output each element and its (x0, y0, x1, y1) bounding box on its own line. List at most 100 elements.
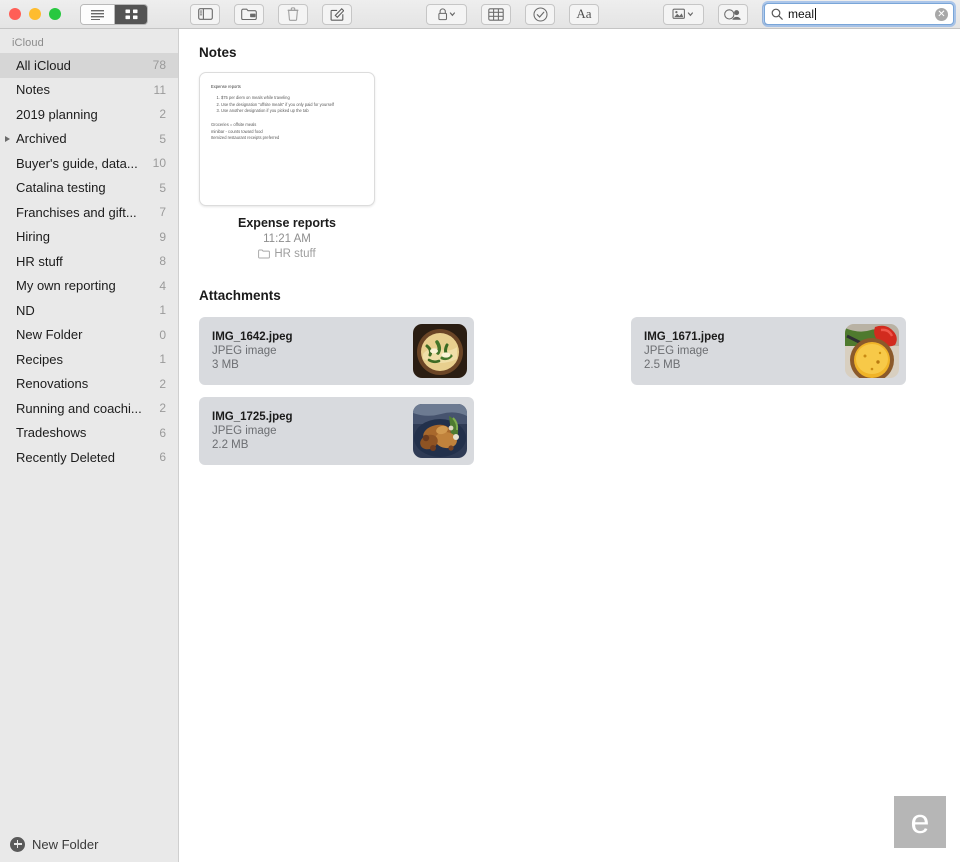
sidebar-item-label: Recently Deleted (16, 449, 115, 465)
compose-note-button[interactable] (322, 3, 352, 25)
sidebar-item-label: New Folder (16, 327, 83, 343)
sidebar-toggle-button[interactable] (190, 3, 220, 25)
compose-icon (330, 8, 344, 21)
sidebar-item-recently-deleted[interactable]: Recently Deleted 6 (0, 445, 178, 470)
sidebar-item-count: 6 (159, 425, 166, 440)
note-preview-line: Itemized restaurant receipts preferred (211, 135, 280, 141)
note-metadata: Expense reports 11:21 AM HR stuff (199, 216, 375, 260)
zoom-button[interactable] (49, 8, 61, 20)
clear-search-button[interactable]: ✕ (935, 7, 948, 21)
toolbar-left-group (190, 3, 366, 25)
new-folder-label: New Folder (32, 836, 99, 852)
view-mode-segmented-control[interactable] (80, 3, 148, 25)
lock-note-button[interactable] (426, 3, 467, 25)
add-people-button[interactable] (718, 3, 748, 25)
text-cursor (815, 8, 817, 20)
note-preview-line: minibar - counts toward food (211, 128, 263, 134)
list-view-button[interactable] (81, 4, 114, 24)
attachment-thumbnail[interactable] (413, 324, 467, 378)
sidebar-item-count: 5 (159, 131, 166, 146)
sidebar-item-running-and-coachi[interactable]: Running and coachi... 2 (0, 396, 178, 421)
notes-grid: Expense reports $75 per diem on meals wh… (199, 72, 946, 260)
sidebar-item-count: 9 (159, 229, 166, 244)
sidebar-item-label: All iCloud (16, 57, 71, 73)
note-preview-list-item: $75 per diem on meals while traveling (221, 95, 364, 102)
close-button[interactable] (9, 8, 21, 20)
sidebar-item-label: ND (16, 302, 35, 318)
note-preview-thumbnail[interactable]: Expense reports $75 per diem on meals wh… (199, 72, 375, 206)
attachment-filename: IMG_1642.jpeg (212, 331, 293, 343)
content-area: Notes Expense reports $75 per diem on me… (179, 29, 960, 862)
text-format-button[interactable]: Aa (569, 3, 599, 25)
insert-media-button[interactable] (663, 3, 704, 25)
note-folder-label: HR stuff (274, 248, 316, 260)
grid-icon (125, 9, 137, 19)
sidebar-item-new-folder[interactable]: New Folder 0 (0, 323, 178, 348)
sidebar-item-label: Franchises and gift... (16, 204, 137, 220)
sidebar-item-notes[interactable]: Notes 11 (0, 78, 178, 103)
insert-table-button[interactable] (481, 3, 511, 25)
gallery-view-button[interactable] (114, 4, 147, 24)
sidebar-item-all-icloud[interactable]: All iCloud 78 (0, 53, 178, 78)
sidebar-item-recipes[interactable]: Recipes 1 (0, 347, 178, 372)
sidebar-item-my-own-reporting[interactable]: My own reporting 4 (0, 274, 178, 299)
sidebar-item-tradeshows[interactable]: Tradeshows 6 (0, 421, 178, 446)
attachment-filename: IMG_1725.jpeg (212, 411, 293, 423)
checklist-button[interactable] (525, 3, 555, 25)
attachment-thumbnail[interactable] (413, 404, 467, 458)
watermark-letter: e (910, 803, 930, 841)
note-preview-list-item: Use the designation "offsite meals" if y… (221, 102, 364, 109)
chevron-down-icon (687, 12, 693, 17)
sidebar-item-count: 7 (159, 205, 166, 220)
minimize-button[interactable] (29, 8, 41, 20)
sidebar-item-count: 6 (159, 450, 166, 465)
sidebar-item-label: Hiring (16, 229, 50, 245)
attachments-heading: Attachments (199, 288, 281, 303)
aa-icon: Aa (576, 6, 592, 21)
new-folder-footer-button[interactable]: New Folder (0, 826, 178, 862)
notes-heading: Notes (199, 45, 237, 60)
attachment-kind: JPEG image (644, 345, 709, 357)
sidebar-item-franchises-and-gift[interactable]: Franchises and gift... 7 (0, 200, 178, 225)
search-input-value: meal (788, 7, 815, 21)
attachment-card[interactable]: IMG_1671.jpeg JPEG image 2.5 MB (631, 317, 906, 385)
table-icon (488, 7, 504, 21)
attachment-info: IMG_1671.jpeg JPEG image 2.5 MB (644, 331, 845, 371)
photo-icon (671, 8, 693, 19)
folder-add-icon (241, 8, 257, 20)
sidebar-item-hr-stuff[interactable]: HR stuff 8 (0, 249, 178, 274)
disclosure-triangle-icon[interactable] (5, 135, 10, 142)
sidebar-item-label: Notes (16, 82, 50, 98)
note-item[interactable]: Expense reports $75 per diem on meals wh… (199, 72, 375, 260)
sidebar-item-label: Running and coachi... (16, 400, 142, 416)
sidebar-item-count: 10 (152, 156, 166, 171)
sidebar-item-archived[interactable]: Archived 5 (0, 127, 178, 152)
search-field[interactable]: meal ✕ (764, 3, 954, 25)
attachment-filesize: 2.2 MB (212, 439, 249, 451)
attachment-thumbnail[interactable] (845, 324, 899, 378)
sidebar-item-nd[interactable]: ND 1 (0, 298, 178, 323)
toolbar-format-group: Aa (426, 3, 613, 25)
sidebar-item-hiring[interactable]: Hiring 9 (0, 225, 178, 250)
sidebar-item-label: Buyer's guide, data... (16, 155, 138, 171)
sidebar-item-count: 5 (159, 180, 166, 195)
attachment-card[interactable]: IMG_1725.jpeg JPEG image 2.2 MB (199, 397, 474, 465)
sidebar-item-count: 11 (153, 82, 166, 97)
sidebar-item-label: 2019 planning (16, 106, 98, 122)
search-input[interactable]: meal (788, 7, 935, 21)
sidebar-icon (197, 8, 213, 20)
window-controls (0, 8, 61, 20)
attachment-card[interactable]: IMG_1642.jpeg JPEG image 3 MB (199, 317, 474, 385)
sidebar-item-2019-planning[interactable]: 2019 planning 2 (0, 102, 178, 127)
sidebar-section-header: iCloud (12, 37, 44, 49)
sidebar-item-label: Recipes (16, 351, 63, 367)
notes-window: Aa meal ✕ iCloud All iCloud 78 Notes 11 … (0, 0, 960, 862)
note-timestamp: 11:21 AM (263, 233, 311, 245)
new-folder-button[interactable] (234, 3, 264, 25)
delete-note-button[interactable] (278, 3, 308, 25)
sidebar-item-renovations[interactable]: Renovations 2 (0, 372, 178, 397)
sidebar-item-catalina-testing[interactable]: Catalina testing 5 (0, 176, 178, 201)
sidebar-item-buyer-s-guide-data[interactable]: Buyer's guide, data... 10 (0, 151, 178, 176)
sidebar-item-count: 1 (159, 352, 166, 367)
sidebar: iCloud All iCloud 78 Notes 11 2019 planning 2… (0, 29, 179, 862)
